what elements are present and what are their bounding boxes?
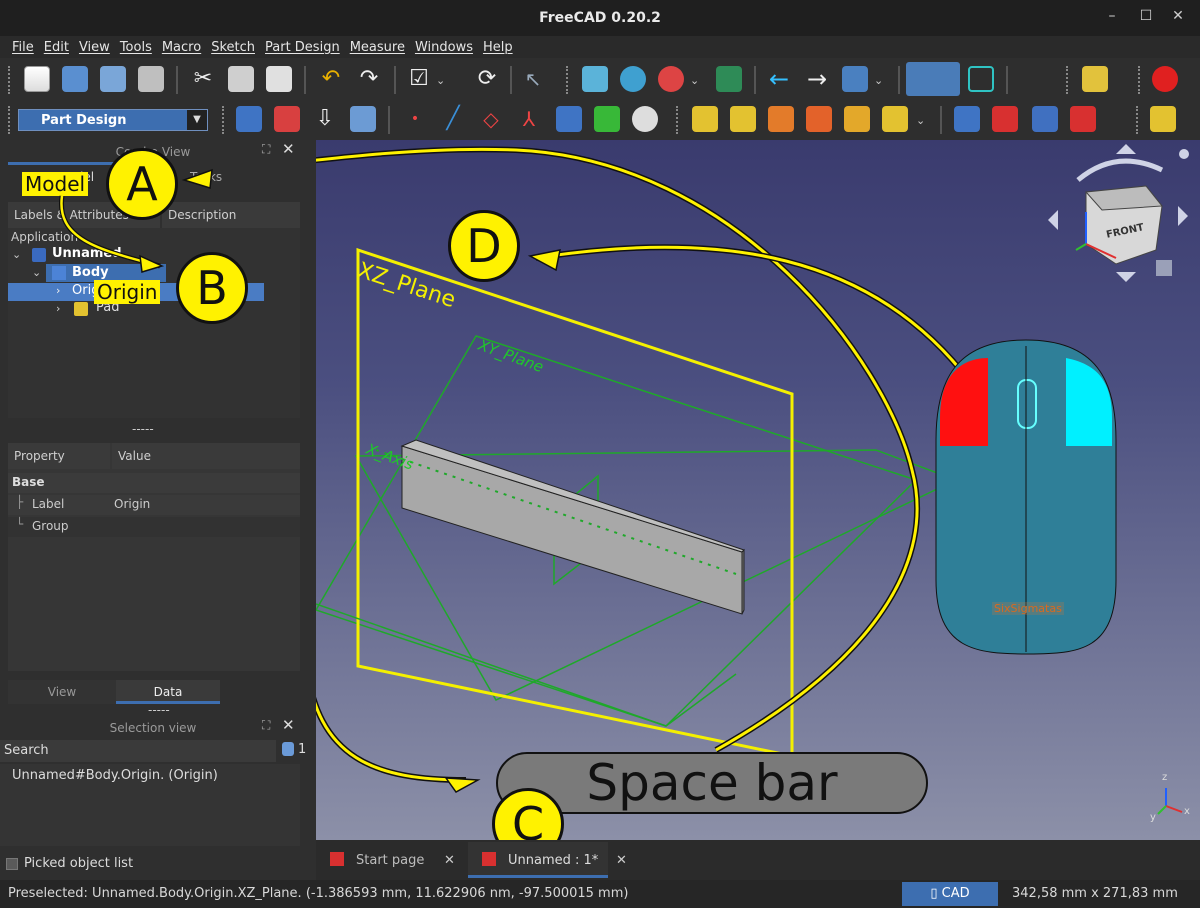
annotation-arrows	[58, 168, 561, 793]
document-tab-bar: Start page ✕ Unnamed : 1* ✕	[316, 840, 1200, 880]
dimensions-status: 342,58 mm x 271,83 mm	[1012, 886, 1178, 901]
freecad-icon	[330, 852, 344, 866]
close-tab-icon[interactable]: ✕	[616, 846, 627, 876]
tab-unnamed[interactable]: Unnamed : 1*	[508, 846, 598, 876]
arrowhead-c	[444, 777, 481, 793]
freecad-icon	[482, 852, 496, 866]
navigation-style-button[interactable]: ▯ CAD	[902, 882, 998, 906]
close-tab-icon[interactable]: ✕	[444, 846, 455, 876]
status-bar: Preselected: Unnamed.Body.Origin.XZ_Plan…	[0, 880, 1200, 908]
navigation-style-label: CAD	[941, 886, 970, 901]
preselection-status: Preselected: Unnamed.Body.Origin.XZ_Plan…	[8, 886, 629, 901]
arrowhead-b	[139, 254, 165, 273]
arrowhead-a	[181, 168, 213, 189]
mouse-icon: ▯	[930, 886, 942, 901]
tab-start-page[interactable]: Start page	[356, 846, 424, 876]
arrowhead-d	[527, 249, 561, 272]
